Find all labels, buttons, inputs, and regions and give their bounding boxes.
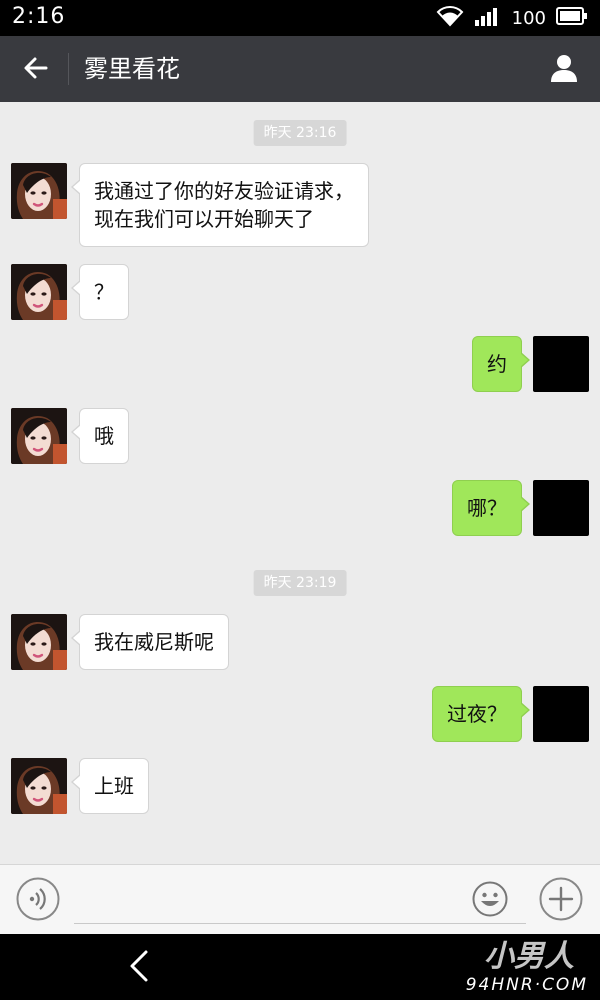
person-icon [549, 53, 579, 87]
emoji-icon [472, 881, 508, 921]
emoji-button[interactable] [472, 881, 508, 917]
battery-icon [556, 6, 588, 30]
back-button[interactable] [14, 48, 58, 92]
plus-icon [539, 877, 583, 925]
arrow-left-icon [22, 54, 50, 86]
message-bubble-sent[interactable]: 哪？ [452, 480, 530, 536]
status-time: 2:16 [12, 4, 66, 29]
message-text: 哦 [94, 424, 114, 448]
voice-icon [16, 877, 60, 925]
contact-avatar[interactable] [11, 163, 67, 219]
chat-title: 雾里看花 [84, 55, 180, 83]
contact-avatar[interactable] [11, 408, 67, 464]
title-bar: 雾里看花 [0, 36, 600, 102]
title-divider [68, 53, 69, 85]
message-text: 现在我们可以开始聊天了 [94, 207, 314, 231]
message-bubble-sent[interactable]: 过夜？ [432, 686, 530, 742]
message-text: 过夜？ [447, 702, 507, 726]
message-bubble-received[interactable]: ？ [71, 264, 129, 320]
watermark-logo: 小男人 94HNR·COM [466, 939, 588, 995]
message-bubble-received[interactable]: 我通过了你的好友验证请求， 现在我们可以开始聊天了 [71, 163, 369, 247]
message-text: 我在威尼斯呢 [94, 630, 214, 654]
message-text: 上班 [94, 774, 134, 798]
message-text: 哪？ [467, 496, 507, 520]
contact-avatar[interactable] [11, 758, 67, 814]
status-bar: 2:16 100 [0, 0, 600, 36]
voice-button[interactable] [16, 877, 60, 921]
wifi-icon [436, 5, 464, 31]
nav-bar: 小男人 94HNR·COM [0, 934, 600, 1000]
contact-avatar[interactable] [11, 264, 67, 320]
profile-button[interactable] [542, 48, 586, 92]
my-avatar[interactable] [533, 336, 589, 392]
message-text: 我通过了你的好友验证请求， [94, 179, 354, 203]
more-button[interactable] [539, 877, 583, 921]
message-bubble-received[interactable]: 哦 [71, 408, 129, 464]
message-bubble-sent[interactable]: 约 [472, 336, 530, 392]
chevron-left-icon [122, 950, 158, 990]
input-bar [0, 864, 600, 935]
battery-level: 100 [511, 7, 546, 29]
message-bubble-received[interactable]: 上班 [71, 758, 149, 814]
timestamp: 昨天 23:16 [253, 120, 347, 146]
chat-area[interactable]: 昨天 23:16 我通过了你的好友验证请求， 现在我们可以开始聊天了 ？ 约 哦… [0, 102, 600, 864]
system-back-button[interactable] [122, 946, 158, 986]
contact-avatar[interactable] [11, 614, 67, 670]
my-avatar[interactable] [533, 480, 589, 536]
message-bubble-received[interactable]: 我在威尼斯呢 [71, 614, 229, 670]
status-icons: 100 [436, 6, 588, 30]
message-text: 约 [487, 352, 507, 376]
timestamp: 昨天 23:19 [253, 570, 347, 596]
watermark-text: 小男人 [484, 939, 574, 974]
my-avatar[interactable] [533, 686, 589, 742]
message-text: ？ [94, 280, 114, 304]
signal-icon [474, 5, 502, 31]
watermark-site: 94HNR·COM [466, 975, 588, 995]
message-input[interactable] [74, 881, 526, 924]
